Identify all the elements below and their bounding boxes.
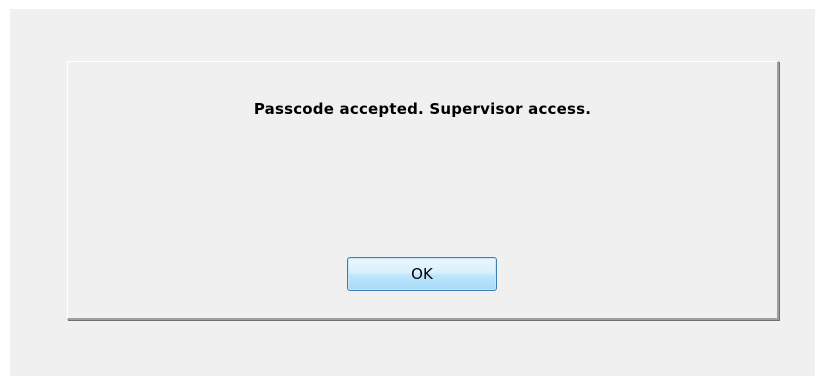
dialog-message: Passcode accepted. Supervisor access.	[253, 100, 592, 118]
message-dialog: Passcode accepted. Supervisor access. OK	[67, 61, 779, 320]
ok-button[interactable]: OK	[347, 257, 497, 291]
screen: Passcode accepted. Supervisor access. OK	[0, 0, 815, 376]
